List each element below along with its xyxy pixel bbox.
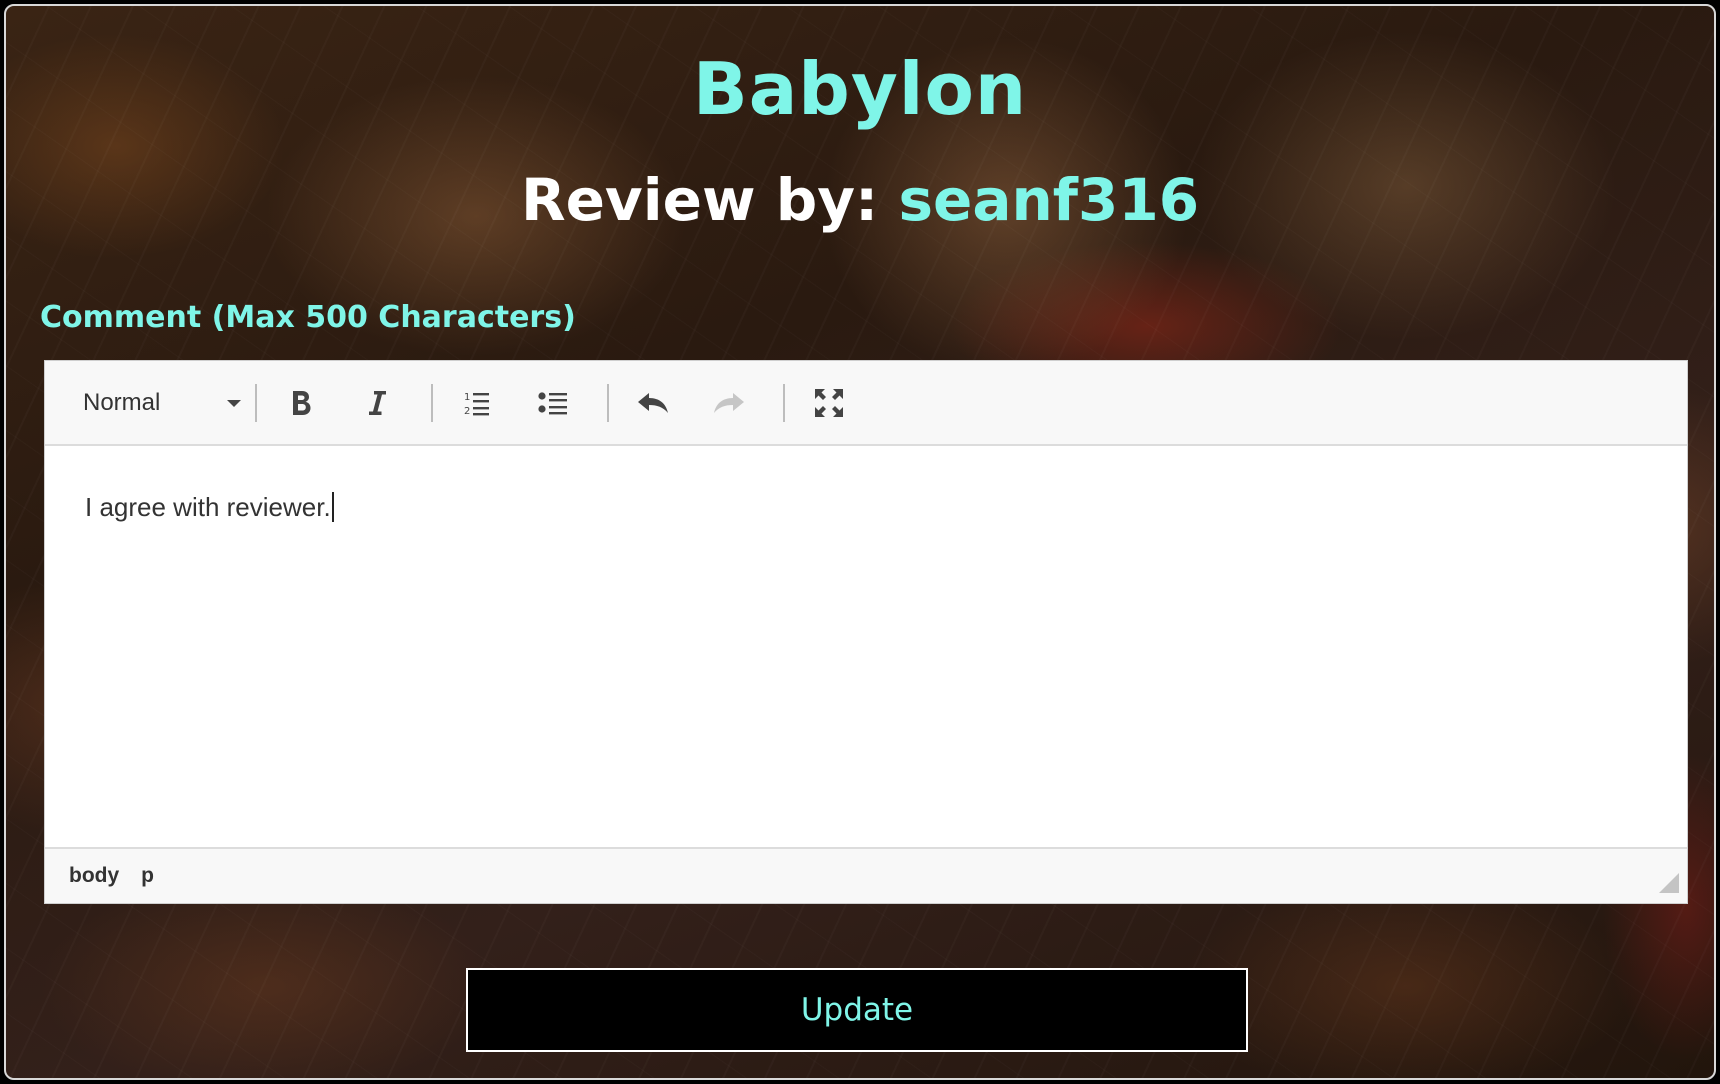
comment-textarea[interactable]: I agree with reviewer.: [45, 448, 1687, 847]
format-select-value: Normal: [83, 388, 161, 416]
fullscreen-icon: [815, 388, 843, 417]
statusbar-path-body[interactable]: body: [69, 864, 119, 888]
comment-label: Comment (Max 500 Characters): [40, 300, 576, 335]
svg-text:1: 1: [464, 392, 470, 403]
page-frame: Babylon Review by: seanf316 Comment (Max…: [4, 4, 1716, 1080]
bullet-list-button[interactable]: [521, 377, 585, 429]
italic-icon: [369, 390, 386, 415]
toolbar-divider: [431, 383, 433, 422]
fullscreen-button[interactable]: [797, 377, 861, 429]
bold-icon: [293, 390, 311, 415]
ordered-list-icon: 1 2: [464, 392, 489, 417]
review-heading: Review by: seanf316: [6, 164, 1714, 236]
toolbar-divider: [255, 383, 257, 422]
undo-icon: [638, 392, 668, 413]
bold-button[interactable]: [269, 377, 333, 429]
ordered-list-button[interactable]: 1 2: [445, 377, 509, 429]
update-button[interactable]: Update: [466, 968, 1248, 1052]
toolbar-divider: [607, 383, 609, 422]
toolbar-divider: [783, 383, 785, 422]
reviewer-username: seanf316: [898, 166, 1200, 234]
statusbar-path-p[interactable]: p: [141, 864, 154, 888]
svg-text:2: 2: [464, 406, 470, 417]
movie-title: Babylon: [692, 47, 1028, 131]
chevron-down-icon: [227, 399, 241, 407]
italic-button[interactable]: [345, 377, 409, 429]
rich-text-editor: Normal 1 2 I agree with reviewer. body p: [44, 360, 1688, 904]
redo-button[interactable]: [697, 377, 761, 429]
undo-button[interactable]: [621, 377, 685, 429]
text-cursor: [331, 492, 334, 522]
format-select[interactable]: Normal: [65, 378, 245, 428]
comment-text: I agree with reviewer.: [85, 492, 331, 522]
editor-statusbar: body p: [45, 847, 1687, 903]
redo-icon: [714, 392, 744, 413]
resize-handle-icon[interactable]: [1659, 873, 1679, 893]
editor-toolbar: Normal 1 2: [45, 361, 1687, 446]
bullet-list-icon: [538, 391, 567, 414]
review-by-prefix: Review by:: [520, 166, 899, 234]
